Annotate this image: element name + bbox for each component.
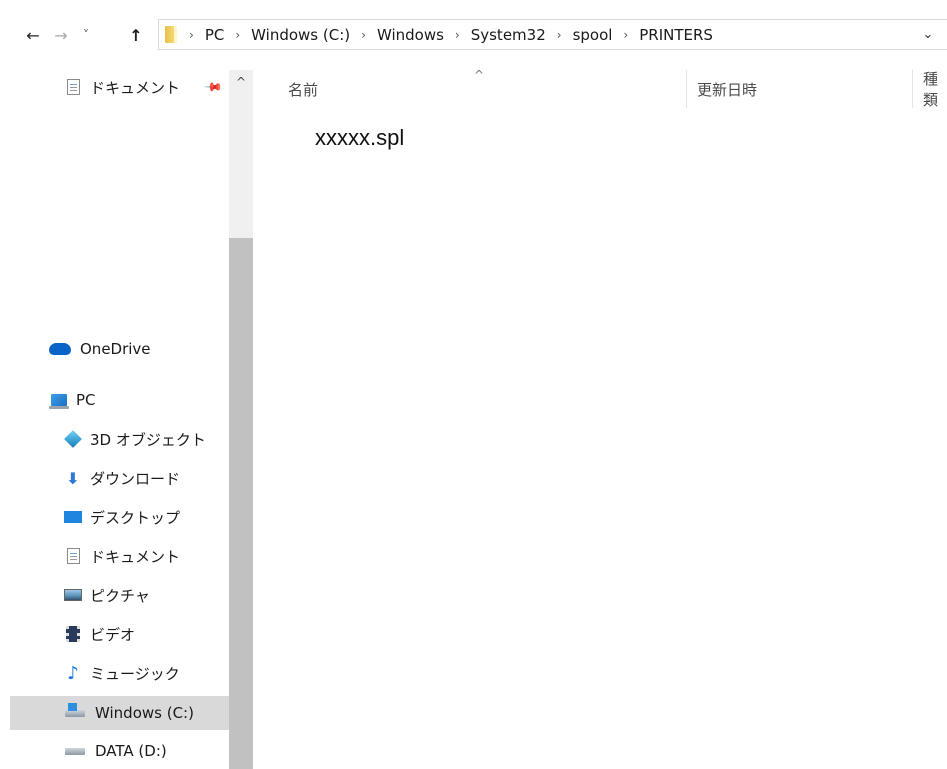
music-note-icon: ♪ [67, 662, 79, 684]
crumb-spool[interactable]: spool [573, 26, 613, 44]
nav-3d-objects[interactable]: 3D オブジェクト [64, 422, 229, 456]
chevron-right-icon[interactable]: › [455, 28, 460, 42]
windows-drive-icon [63, 702, 87, 721]
column-header-type[interactable]: 種類 [923, 70, 947, 108]
recent-locations-button[interactable]: ˅ [73, 20, 99, 50]
crumb-windows-c[interactable]: Windows (C:) [251, 26, 350, 44]
forward-arrow-icon: → [54, 25, 68, 45]
back-button[interactable]: ← [20, 20, 46, 50]
nav-documents[interactable]: ドキュメント [64, 539, 229, 573]
nav-label: ダウンロード [90, 469, 181, 488]
document-icon [64, 79, 82, 95]
forward-button[interactable]: → [48, 20, 74, 50]
nav-onedrive[interactable]: OneDrive [48, 332, 229, 366]
address-history-dropdown[interactable]: ⌄ [909, 20, 947, 49]
nav-label: OneDrive [80, 340, 151, 358]
nav-label: ミュージック [90, 664, 180, 683]
nav-label: ドキュメント [90, 547, 181, 566]
nav-pc[interactable]: PC [49, 383, 229, 417]
desktop-icon [64, 509, 82, 525]
folder-icon [165, 26, 177, 43]
crumb-windows[interactable]: Windows [377, 26, 444, 44]
nav-drive-c[interactable]: Windows (C:) [10, 696, 229, 730]
chevron-right-icon[interactable]: › [623, 28, 628, 42]
nav-label: デスクトップ [90, 508, 181, 527]
breadcrumb: › PC › Windows (C:) › Windows › System32… [159, 20, 713, 49]
nav-label: PC [76, 391, 96, 409]
nav-videos[interactable]: ビデオ [64, 617, 229, 651]
up-arrow-icon: ↑ [129, 25, 143, 45]
computer-icon [49, 392, 69, 409]
chevron-down-icon: ˅ [83, 28, 89, 42]
nav-label: DATA (D:) [95, 742, 167, 760]
up-button[interactable]: ↑ [123, 20, 149, 50]
picture-icon [64, 587, 82, 603]
column-header-modified[interactable]: 更新日時 [697, 70, 757, 108]
nav-downloads[interactable]: ⬇ ダウンロード [64, 461, 229, 495]
navigation-pane: ドキュメント 📌 OneDrive PC 3D オブジェクト ⬇ ダウンロード … [0, 70, 229, 769]
file-list-pane: ^ 名前 更新日時 種類 xxxxx.spl [253, 68, 947, 769]
back-arrow-icon: ← [26, 25, 40, 45]
nav-desktop[interactable]: デスクトップ [64, 500, 229, 534]
cube-icon [64, 430, 82, 448]
download-arrow-icon: ⬇ [66, 468, 80, 488]
nav-label: ピクチャ [90, 586, 150, 605]
column-header-name[interactable]: 名前 [288, 70, 318, 108]
sort-caret-icon: ^ [474, 68, 485, 82]
chevron-right-icon[interactable]: › [189, 28, 194, 42]
chevron-right-icon[interactable]: › [361, 28, 366, 42]
crumb-printers[interactable]: PRINTERS [639, 26, 713, 44]
nav-label: 3D オブジェクト [90, 430, 206, 449]
column-divider[interactable] [686, 70, 687, 108]
address-box[interactable]: › PC › Windows (C:) › Windows › System32… [158, 19, 947, 50]
crumb-pc[interactable]: PC [205, 26, 225, 44]
nav-music[interactable]: ♪ ミュージック [64, 656, 229, 690]
drive-icon [63, 743, 87, 759]
crumb-system32[interactable]: System32 [471, 26, 546, 44]
address-bar-row: ← → ˅ ↑ › PC › Windows (C:) › Windows › … [0, 0, 947, 70]
chevron-up-icon[interactable]: ^ [229, 70, 253, 94]
nav-drive-d[interactable]: DATA (D:) [63, 734, 229, 768]
cloud-icon [48, 341, 72, 357]
nav-label: ビデオ [90, 625, 136, 644]
scrollbar-thumb[interactable] [229, 238, 253, 769]
nav-pictures[interactable]: ピクチャ [64, 578, 229, 612]
file-item[interactable]: xxxxx.spl [315, 125, 404, 151]
chevron-right-icon[interactable]: › [235, 28, 240, 42]
nav-scrollbar[interactable]: ^ [229, 70, 253, 769]
chevron-right-icon[interactable]: › [557, 28, 562, 42]
nav-label: Windows (C:) [95, 704, 194, 722]
nav-label: ドキュメント [90, 78, 181, 97]
chevron-down-icon: ⌄ [922, 27, 934, 42]
document-icon [64, 548, 82, 564]
film-icon [64, 626, 82, 642]
column-divider[interactable] [912, 70, 913, 108]
